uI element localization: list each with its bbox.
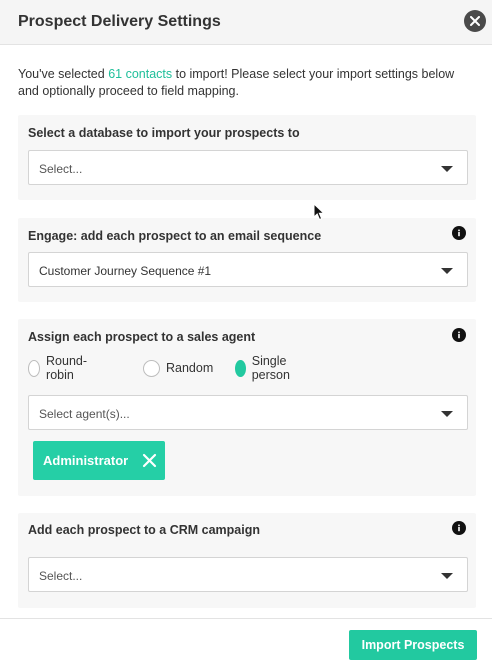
chevron-down-icon: [441, 166, 453, 172]
agent-select[interactable]: Select agent(s)...: [28, 395, 468, 430]
radio-dot: [28, 359, 41, 377]
selected-agent-chip: Administrator: [33, 441, 165, 480]
sequence-select-value: Customer Journey Sequence #1: [39, 264, 212, 278]
chevron-down-icon: [441, 411, 453, 417]
close-icon: [142, 453, 157, 468]
mouse-pointer-icon: [313, 203, 325, 221]
contacts-link[interactable]: 61 contacts: [108, 67, 172, 81]
intro-prefix: You've selected: [18, 67, 109, 81]
modal-header: Prospect Delivery Settings: [0, 0, 492, 45]
modal-title: Prospect Delivery Settings: [18, 13, 221, 30]
info-icon[interactable]: [452, 226, 466, 240]
selected-agent-label: Administrator: [43, 453, 129, 468]
engage-label: Engage: add each prospect to an email se…: [28, 229, 322, 243]
agent-select-value: Select agent(s)...: [39, 407, 130, 421]
assign-section: Assign each prospect to a sales agent Ro…: [18, 319, 476, 496]
close-icon: [470, 16, 480, 26]
radio-label: Round-robin: [46, 354, 88, 382]
engage-section: Engage: add each prospect to an email se…: [18, 218, 476, 302]
crm-campaign-select[interactable]: Select...: [28, 557, 468, 592]
radio-single-person[interactable]: Single person: [235, 354, 296, 382]
database-select-value: Select...: [39, 162, 83, 176]
radio-label: Single person: [251, 354, 290, 382]
sequence-select[interactable]: Customer Journey Sequence #1: [28, 252, 468, 287]
radio-dot-checked: [235, 359, 246, 377]
info-icon[interactable]: [452, 521, 466, 535]
database-label: Select a database to import your prospec…: [28, 126, 300, 140]
database-section: Select a database to import your prospec…: [18, 115, 476, 200]
database-select[interactable]: Select...: [28, 150, 468, 185]
remove-agent-button[interactable]: [142, 453, 157, 468]
info-icon[interactable]: [452, 328, 466, 342]
assign-label: Assign each prospect to a sales agent: [28, 330, 256, 344]
prospect-delivery-modal: Prospect Delivery Settings You've select…: [0, 0, 492, 668]
import-prospects-button[interactable]: Import Prospects: [349, 630, 477, 660]
radio-dot: [143, 359, 160, 377]
crm-section: Add each prospect to a CRM campaign Sele…: [18, 513, 476, 608]
radio-random[interactable]: Random: [143, 359, 213, 377]
close-button[interactable]: [464, 10, 486, 32]
radio-label: Random: [166, 361, 214, 375]
modal-footer: Import Prospects: [0, 618, 492, 668]
chevron-down-icon: [441, 268, 453, 274]
crm-select-value: Select...: [39, 569, 83, 583]
radio-round-robin[interactable]: Round-robin: [28, 354, 92, 382]
chevron-down-icon: [441, 573, 453, 579]
crm-label: Add each prospect to a CRM campaign: [28, 523, 260, 537]
intro-text: You've selected 61 contacts to import! P…: [18, 66, 474, 100]
